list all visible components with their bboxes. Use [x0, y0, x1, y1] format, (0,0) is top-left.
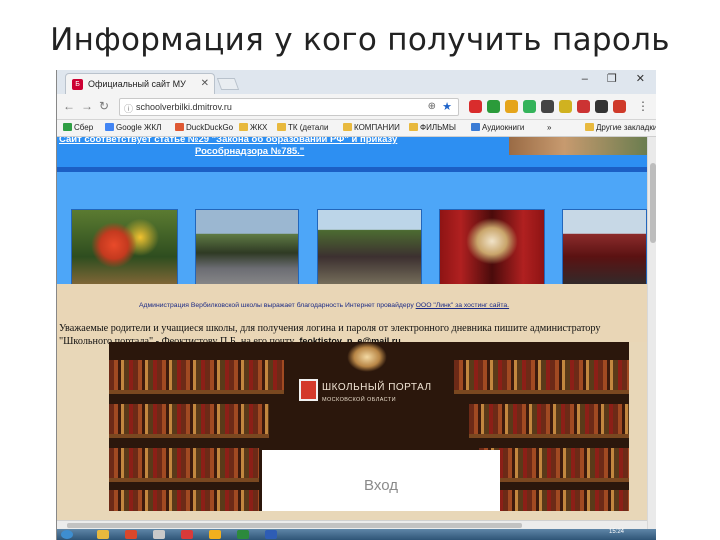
- bookshelf: [109, 360, 284, 390]
- bookmark-item[interactable]: ЖКХ: [239, 123, 267, 132]
- portal-logo-icon: [299, 379, 318, 401]
- school-photo[interactable]: [195, 209, 299, 289]
- new-tab-button[interactable]: [216, 78, 240, 90]
- bookmark-item[interactable]: ФИЛЬМЫ: [409, 123, 456, 132]
- extension-icon[interactable]: [505, 100, 518, 113]
- chrome-icon[interactable]: [209, 530, 221, 539]
- portal-subtitle: МОСКОВСКОЙ ОБЛАСТИ: [322, 397, 396, 403]
- windows-taskbar: 15:24: [57, 529, 656, 540]
- bookmark-item[interactable]: DuckDuckGo: [175, 123, 233, 132]
- app-icon[interactable]: [153, 530, 165, 539]
- folder-icon: [409, 123, 418, 131]
- start-icon[interactable]: [61, 530, 73, 539]
- opera-icon[interactable]: [181, 530, 193, 539]
- navigation-bar: ← → ↻ ⓘ schoolverbilki.dmitrov.ru ⊕ ★ ⋮: [57, 94, 656, 120]
- bookshelf: [469, 404, 629, 434]
- bookmark-item[interactable]: Google ЖКЛ: [105, 123, 161, 132]
- folder-icon: [277, 123, 286, 131]
- bookshelf: [479, 490, 629, 511]
- bookmark-item[interactable]: Сбер: [63, 123, 93, 132]
- zoom-icon[interactable]: ⊕: [428, 101, 436, 112]
- forward-icon[interactable]: →: [81, 99, 93, 113]
- back-icon[interactable]: ←: [63, 99, 75, 113]
- info-icon[interactable]: ⓘ: [124, 102, 133, 115]
- photo-strip: [57, 172, 647, 289]
- bookshelf: [454, 360, 629, 390]
- bookmark-icon: [175, 123, 184, 131]
- word-icon[interactable]: [265, 530, 277, 539]
- folder-icon: [239, 123, 248, 131]
- tab-strip: Б Официальный сайт МУ ✕ – ❐ ✕: [57, 70, 656, 94]
- tab-title: Официальный сайт МУ: [88, 79, 186, 89]
- menu-icon[interactable]: ⋮: [637, 99, 649, 113]
- reload-icon[interactable]: ↻: [99, 99, 109, 113]
- horizontal-scrollbar[interactable]: [57, 520, 647, 529]
- bookmark-icon: [105, 123, 114, 131]
- header-link[interactable]: Сайт соответствует статье №29 "Закона об…: [59, 137, 397, 145]
- school-portal-banner: ШКОЛЬНЫЙ ПОРТАЛ МОСКОВСКОЙ ОБЛАСТИ Вход: [109, 342, 629, 511]
- extension-icon[interactable]: [541, 100, 554, 113]
- window-controls[interactable]: – ❐ ✕: [582, 72, 653, 85]
- bookshelf: [109, 448, 259, 478]
- shelf: [109, 478, 259, 482]
- folder-icon: [343, 123, 352, 131]
- bookmark-item[interactable]: Аудиокниги: [471, 123, 524, 132]
- extension-icon[interactable]: [469, 100, 482, 113]
- bookshelf: [109, 490, 259, 511]
- shelf: [109, 390, 284, 394]
- login-panel[interactable]: Вход: [262, 450, 500, 511]
- close-tab-icon[interactable]: ✕: [201, 78, 209, 89]
- notice-line: Уважаемые родители и учащиеся школы, для…: [59, 323, 601, 334]
- shelf: [479, 478, 629, 482]
- slide-title: Информация у кого получить пароль: [50, 22, 670, 58]
- bookmark-icon: [471, 123, 480, 131]
- school-photo[interactable]: [317, 209, 422, 289]
- credit-text: Администрация Вербилковской школы выража…: [139, 302, 414, 309]
- lamp-glow: [347, 342, 387, 372]
- header-link[interactable]: Рособрнадзора №785.": [195, 146, 304, 157]
- hosting-credit: Администрация Вербилковской школы выража…: [139, 302, 509, 309]
- star-icon[interactable]: ★: [442, 100, 452, 113]
- portal-title: ШКОЛЬНЫЙ ПОРТАЛ: [322, 382, 432, 393]
- app-icon[interactable]: [125, 530, 137, 539]
- shelf: [469, 434, 629, 438]
- shelf: [454, 390, 629, 394]
- browser-tab[interactable]: Б Официальный сайт МУ ✕: [65, 73, 215, 94]
- address-bar[interactable]: ⓘ schoolverbilki.dmitrov.ru ⊕ ★: [119, 98, 459, 116]
- other-bookmarks[interactable]: Другие закладки: [585, 123, 656, 132]
- extension-icon[interactable]: [577, 100, 590, 113]
- bookshelf: [479, 448, 629, 478]
- excel-icon[interactable]: [237, 530, 249, 539]
- scroll-thumb[interactable]: [67, 523, 522, 528]
- extension-icon[interactable]: [523, 100, 536, 113]
- taskbar-clock[interactable]: 15:24: [609, 529, 624, 535]
- browser-screenshot: Б Официальный сайт МУ ✕ – ❐ ✕ ← → ↻ ⓘ sc…: [56, 70, 656, 540]
- bookmark-icon: [63, 123, 72, 131]
- web-page: Сайт соответствует статье №29 "Закона об…: [57, 137, 647, 529]
- header-photo: [509, 137, 647, 155]
- school-photo[interactable]: [71, 209, 178, 289]
- bookmark-item[interactable]: КОМПАНИИ: [343, 123, 400, 132]
- school-photo[interactable]: [439, 209, 545, 289]
- extension-icon[interactable]: [487, 100, 500, 113]
- school-photo[interactable]: [562, 209, 647, 289]
- provider-link[interactable]: ООО "Линк" за хостинг сайта.: [416, 302, 509, 309]
- shelf: [109, 434, 269, 438]
- bookmark-item[interactable]: ТК (детали: [277, 123, 328, 132]
- vertical-scrollbar[interactable]: [647, 137, 656, 529]
- explorer-icon[interactable]: [97, 530, 109, 539]
- url-text: schoolverbilki.dmitrov.ru: [136, 102, 232, 112]
- extension-icon[interactable]: [595, 100, 608, 113]
- bookmarks-bar: Сбер Google ЖКЛ DuckDuckGo ЖКХ ТК (детал…: [57, 120, 656, 137]
- folder-icon: [585, 123, 594, 131]
- extension-icon[interactable]: [559, 100, 572, 113]
- scroll-thumb[interactable]: [650, 163, 656, 243]
- bookmarks-more[interactable]: »: [547, 123, 551, 132]
- bookshelf: [109, 404, 269, 434]
- extension-icon[interactable]: [613, 100, 626, 113]
- login-label: Вход: [364, 477, 398, 494]
- contact-section: Администрация Вербилковской школы выража…: [57, 284, 647, 347]
- site-favicon-icon: Б: [72, 79, 83, 90]
- site-header: Сайт соответствует статье №29 "Закона об…: [57, 137, 647, 167]
